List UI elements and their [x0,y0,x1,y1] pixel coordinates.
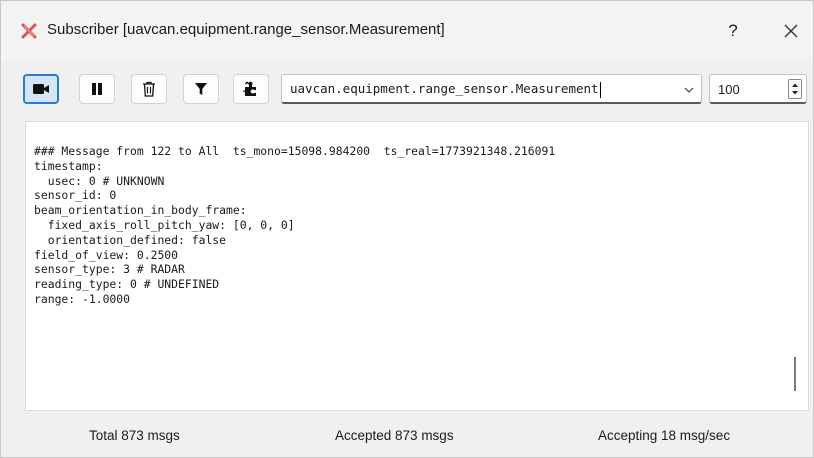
message-output[interactable]: ### Message from 122 to All ts_mono=1509… [25,121,809,411]
message-line: orientation_defined: false [34,232,227,247]
x-logo-icon [21,23,37,39]
plugin-button[interactable] [233,74,269,104]
accept-rate: Accepting 18 msg/sec [598,428,731,443]
close-icon[interactable] [781,21,801,41]
message-line: timestamp: [34,158,103,173]
message-line: field_of_view: 0.2500 [34,247,179,262]
help-button[interactable]: ? [721,17,745,45]
puzzle-icon [243,81,256,96]
filter-button[interactable] [183,74,219,104]
toolbar: uavcan.equipment.range_sensor.Measuremen… [1,61,813,117]
subscriber-window: Subscriber [uavcan.equipment.range_senso… [0,0,814,458]
text-caret [599,81,601,98]
trash-icon [143,81,155,97]
spin-up-down-icon[interactable] [789,80,801,98]
accepted-messages: Accepted 873 msgs [335,428,454,443]
record-button[interactable] [23,74,59,104]
message-line: reading_type: 0 # UNDEFINED [34,277,220,292]
filter-icon [195,83,207,95]
chevron-down-icon[interactable] [683,84,695,96]
message-type-combobox[interactable]: uavcan.equipment.range_sensor.Measuremen… [281,74,702,104]
message-type-input[interactable]: uavcan.equipment.range_sensor.Measuremen… [290,81,601,98]
status-bar: Total 873 msgs Accepted 873 msgs Accepti… [1,411,813,457]
pause-icon [92,83,102,95]
message-line: ### Message from 122 to All ts_mono=1509… [34,144,556,158]
message-line: fixed_axis_roll_pitch_yaw: [0, 0, 0] [34,217,295,232]
count-value[interactable]: 100 [718,82,740,97]
title-bar[interactable]: Subscriber [uavcan.equipment.range_senso… [1,1,813,61]
message-line: usec: 0 # UNKNOWN [34,173,165,188]
message-line: range: -1.0000 [34,291,131,306]
message-line: sensor_type: 3 # RADAR [34,262,185,277]
window-title: Subscriber [uavcan.equipment.range_senso… [47,21,445,38]
message-line: sensor_id: 0 [34,188,117,203]
pause-button[interactable] [79,74,115,104]
message-line: beam_orientation_in_body_frame: [34,203,247,218]
message-text: ### Message from 122 to All ts_mono=1509… [34,144,555,307]
total-messages: Total 873 msgs [89,428,180,443]
clear-button[interactable] [131,74,167,104]
spin-arrows[interactable] [788,79,802,99]
vertical-scrollbar[interactable] [794,357,796,391]
count-spinbox[interactable]: 100 [709,74,807,104]
video-camera-icon [33,84,49,94]
